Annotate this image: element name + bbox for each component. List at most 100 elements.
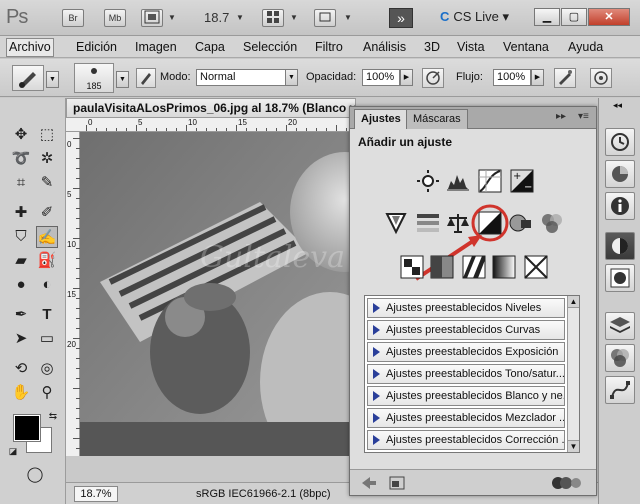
document-tab[interactable]: paulaVisitaALosPrimos_06.jpg al 18.7% (B… (66, 98, 356, 118)
menu-ventana[interactable]: Ventana (503, 40, 549, 54)
tab-ajustes[interactable]: Ajustes (354, 109, 408, 129)
list-item[interactable]: Ajustes preestablecidos Exposición (367, 342, 565, 362)
curves-icon[interactable] (478, 169, 502, 193)
mode-dropdown[interactable]: ▼ (285, 69, 298, 86)
list-item[interactable]: Ajustes preestablecidos Tono/satur... (367, 364, 565, 384)
expand-triangle-icon[interactable] (373, 325, 380, 335)
expand-triangle-icon[interactable] (373, 303, 380, 313)
adjustments-panel-button[interactable] (605, 232, 635, 260)
posterize-icon[interactable] (430, 255, 454, 279)
tool-preset-dropdown[interactable]: ▼ (46, 71, 59, 88)
expand-triangle-icon[interactable] (373, 391, 380, 401)
return-to-list-icon[interactable] (360, 475, 378, 491)
menu-seleccion[interactable]: Selección (243, 40, 297, 54)
zoom-icon[interactable]: ⚲ (36, 382, 58, 404)
menu-imagen[interactable]: Imagen (135, 40, 177, 54)
threshold-icon[interactable] (462, 255, 486, 279)
tool-preset-picker[interactable] (12, 65, 44, 91)
list-item[interactable]: Ajustes preestablecidos Mezclador ... (367, 408, 565, 428)
preset-scrollbar[interactable]: ▲ ▼ (567, 296, 579, 452)
minimize-button[interactable]: ▁ (534, 8, 560, 26)
blur-icon[interactable]: ● (10, 274, 32, 296)
flow-input[interactable]: 100% (493, 69, 531, 86)
list-item[interactable]: Ajustes preestablecidos Corrección ... (367, 430, 565, 450)
screen-mode-button[interactable] (314, 9, 336, 27)
history-brush-icon[interactable]: ✍ (36, 226, 58, 248)
expand-triangle-icon[interactable] (373, 369, 380, 379)
path-select-icon[interactable]: ➤ (10, 328, 32, 350)
zoom-level[interactable]: 18.7 (204, 10, 229, 25)
expand-triangle-icon[interactable] (373, 347, 380, 357)
pressure-size-toggle[interactable] (590, 68, 612, 88)
channel-mixer-icon[interactable] (540, 211, 564, 235)
brush-panel-toggle[interactable] (136, 68, 156, 88)
airbrush-toggle[interactable] (554, 68, 576, 88)
chevron-down-icon[interactable]: ▼ (168, 13, 176, 22)
chevron-down-icon[interactable]: ▼ (236, 13, 244, 22)
expand-view-icon[interactable] (388, 475, 406, 491)
dodge-icon[interactable]: ◐ (36, 274, 58, 296)
brush-preset-picker[interactable]: 185 (74, 63, 114, 93)
menu-3d[interactable]: 3D (424, 40, 440, 54)
selective-color-icon[interactable] (524, 255, 548, 279)
brush-icon[interactable]: ✐ (36, 202, 58, 224)
menu-archivo[interactable]: Archivo (6, 38, 54, 57)
opacity-input[interactable]: 100% (362, 69, 400, 86)
chevron-down-icon[interactable]: ▼ (344, 13, 352, 22)
expand-triangle-icon[interactable] (373, 435, 380, 445)
foreground-color-swatch[interactable] (13, 414, 41, 442)
menu-edicion[interactable]: Edición (76, 40, 117, 54)
stamp-icon[interactable]: ⛉ (10, 226, 32, 248)
arrange-documents-button[interactable] (262, 9, 284, 27)
status-zoom-field[interactable]: 18.7% (74, 486, 118, 502)
history-panel-button[interactable] (605, 128, 635, 156)
gradient-map-icon[interactable] (492, 255, 516, 279)
3d-rotate-icon[interactable]: ⟲ (10, 358, 32, 380)
close-button[interactable]: ✕ (588, 8, 630, 26)
healing-icon[interactable]: ✚ (10, 202, 32, 224)
bucket-icon[interactable]: ⛽ (36, 250, 58, 272)
list-item[interactable]: Ajustes preestablecidos Niveles (367, 298, 565, 318)
maximize-button[interactable]: ▢ (561, 8, 587, 26)
collapse-panel-icon[interactable]: ▸▸ (556, 111, 566, 122)
type-icon[interactable]: T (36, 304, 58, 326)
masks-panel-button[interactable] (605, 264, 635, 292)
menu-filtro[interactable]: Filtro (315, 40, 343, 54)
layers-panel-button[interactable] (605, 312, 635, 340)
expand-triangle-icon[interactable] (373, 413, 380, 423)
shape-icon[interactable]: ▭ (36, 328, 58, 350)
swatches-panel-button[interactable] (605, 160, 635, 188)
3d-orbit-icon[interactable]: ◎ (36, 358, 58, 380)
quick-mask-icon[interactable]: ◯ (24, 464, 46, 486)
brush-preset-dropdown[interactable]: ▼ (116, 71, 129, 88)
dock-collapse-icon[interactable]: ◂◂ (613, 100, 622, 111)
pen-icon[interactable]: ✒ (10, 304, 32, 326)
eyedropper-icon[interactable]: ✎ (36, 172, 58, 194)
pressure-opacity-toggle[interactable] (422, 68, 444, 88)
document-canvas[interactable]: Gultaleva (80, 132, 356, 456)
quick-select-icon[interactable]: ✲ (36, 148, 58, 170)
mini-bridge-button[interactable]: Mb (104, 9, 126, 27)
marquee-icon[interactable]: ⬚ (36, 124, 58, 146)
chevron-down-icon[interactable]: ▼ (290, 13, 298, 22)
workspace-switcher-button[interactable]: » (389, 8, 413, 28)
scroll-down-icon[interactable]: ▼ (568, 440, 579, 452)
flow-slider-toggle[interactable]: ▶ (531, 69, 544, 86)
info-panel-button[interactable] (605, 192, 635, 220)
menu-vista[interactable]: Vista (457, 40, 485, 54)
menu-capa[interactable]: Capa (195, 40, 225, 54)
layer-visibility-icon[interactable] (550, 475, 584, 491)
menu-analisis[interactable]: Análisis (363, 40, 406, 54)
mode-select[interactable]: Normal (196, 69, 286, 86)
lasso-icon[interactable]: ➰ (10, 148, 32, 170)
hand-icon[interactable]: ✋ (10, 382, 32, 404)
swap-colors-icon[interactable]: ⇆ (42, 406, 64, 428)
bridge-button[interactable]: Br (62, 9, 84, 27)
menu-ayuda[interactable]: Ayuda (568, 40, 603, 54)
crop-icon[interactable]: ⌗ (10, 172, 32, 194)
list-item[interactable]: Ajustes preestablecidos Blanco y ne... (367, 386, 565, 406)
horizontal-ruler[interactable]: 0 5 10 15 20 (66, 118, 356, 132)
panel-menu-icon[interactable]: ▾≡ (578, 111, 589, 122)
scroll-up-icon[interactable]: ▲ (568, 296, 579, 308)
invert-icon[interactable] (400, 255, 424, 279)
